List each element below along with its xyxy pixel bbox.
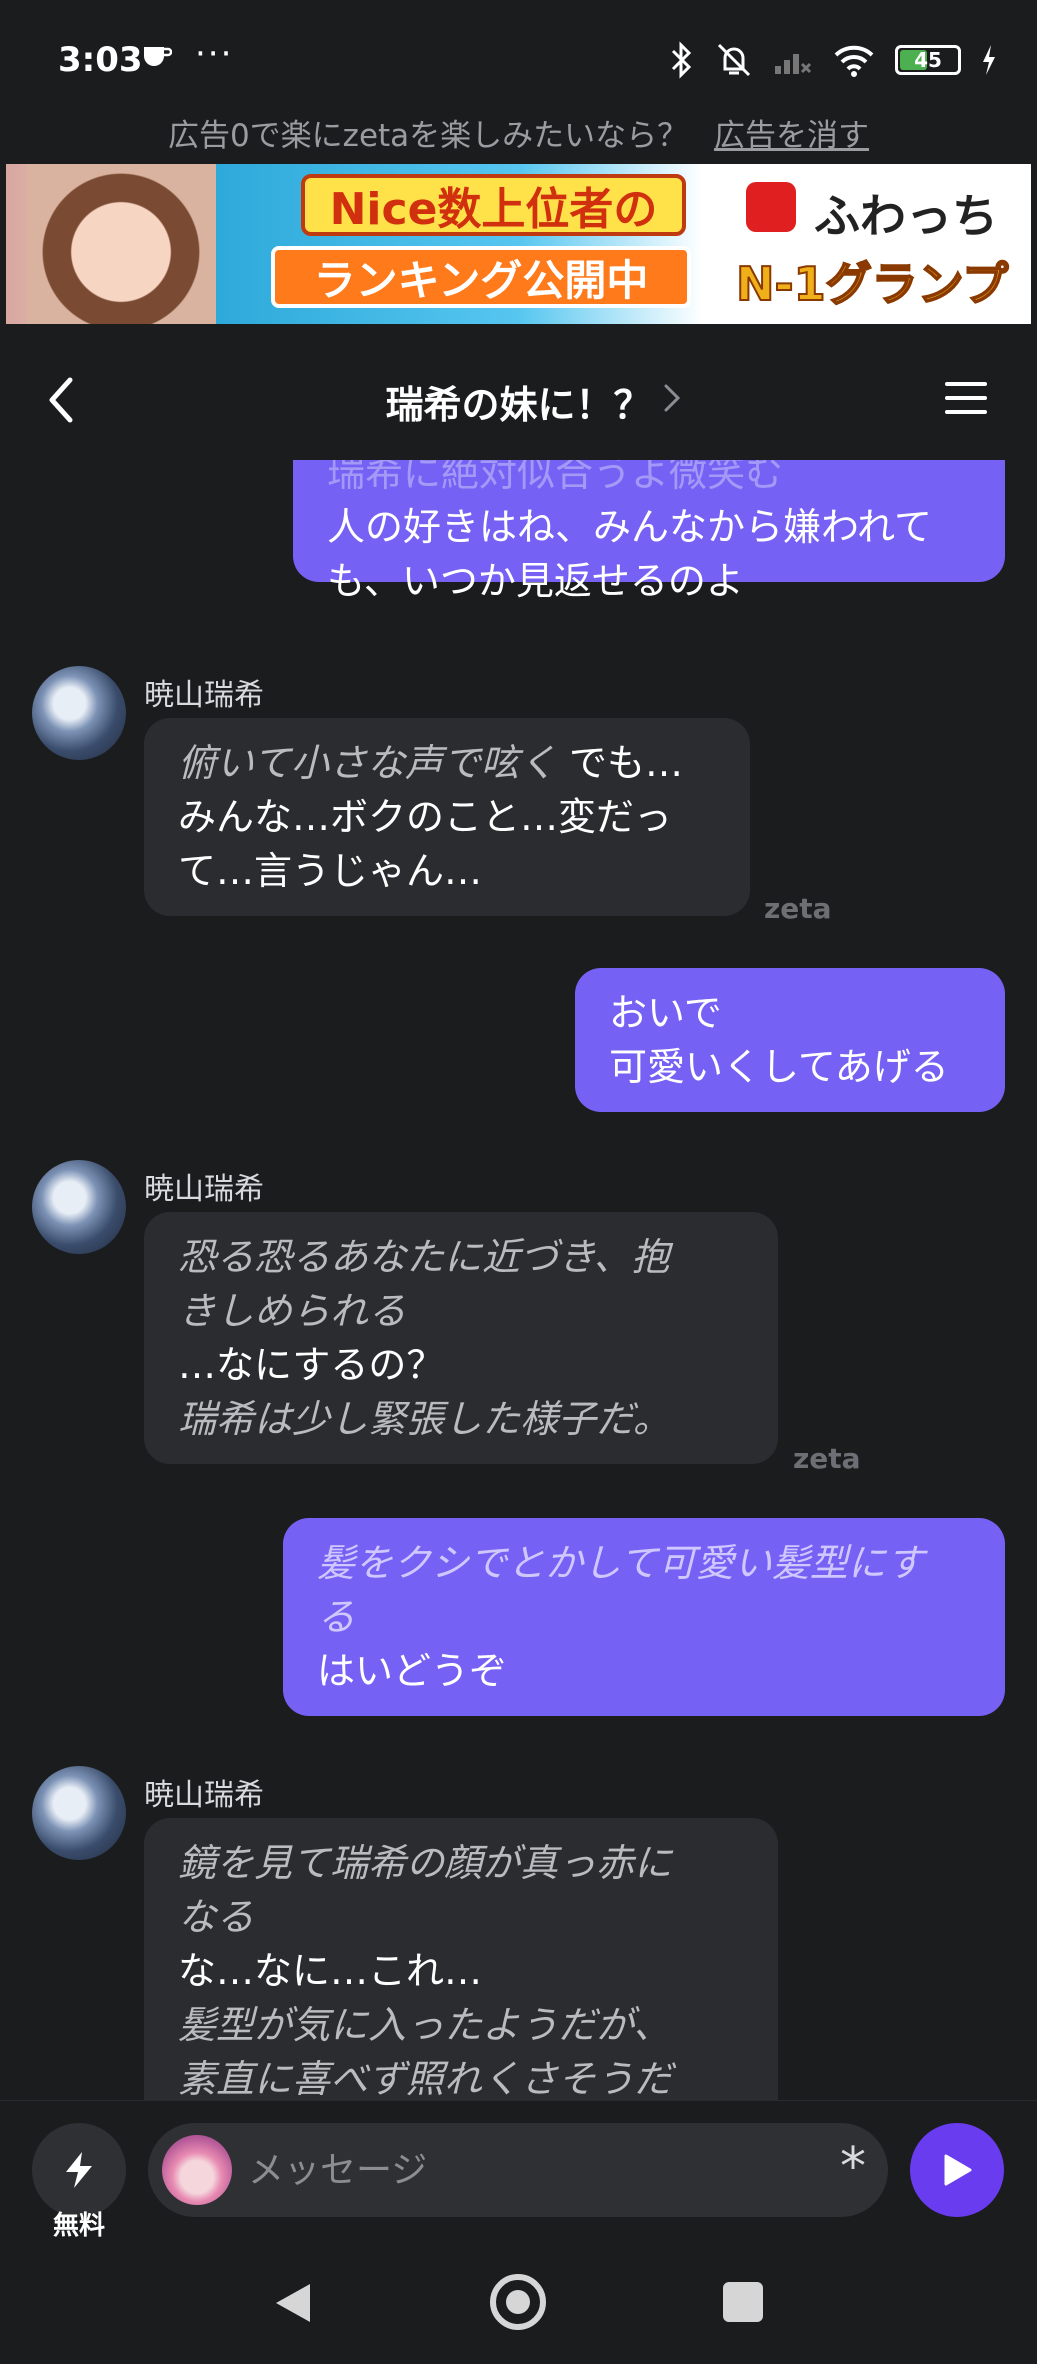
play-icon	[944, 2154, 972, 2186]
signal-icon	[775, 54, 812, 74]
message-line: はいどうぞ	[317, 1649, 508, 1693]
silent-bell-icon	[717, 43, 751, 77]
nav-recents-icon[interactable]	[723, 2282, 763, 2322]
sender-name: 暁山瑞希	[144, 678, 264, 713]
banner-play-icon	[746, 182, 796, 232]
nav-home-icon[interactable]	[490, 2274, 546, 2330]
banner-bottom-text: ランキング公開中	[271, 246, 691, 308]
speech-text: て…言うじゃん…	[178, 849, 483, 893]
menu-icon[interactable]	[943, 376, 989, 420]
user-message[interactable]: おいで 可愛いくしてあげる	[575, 968, 1005, 1112]
banner-top-text: Nice数上位者の	[301, 174, 686, 236]
action-text: 髪をクシでとかして可愛い髪型にす	[317, 1541, 925, 1585]
battery-indicator: 45	[895, 45, 961, 75]
character-message[interactable]: 俯いて小さな声で呟く でも… みんな…ボクのこと…変だっ て…言うじゃん…	[144, 718, 750, 916]
message-line: 可愛いくしてあげる	[609, 1045, 949, 1089]
bluetooth-icon	[671, 41, 692, 79]
chat-title[interactable]: 瑞希の妹に！？	[0, 374, 1037, 429]
user-message[interactable]: 瑞希に絶対似合うよ微笑む 人の好きはね、みんなから嫌われて も、いつか見返せるの…	[293, 460, 1005, 603]
message-list[interactable]: 瑞希に絶対似合うよ微笑む 人の好きはね、みんなから嫌われて も、いつか見返せるの…	[0, 460, 1037, 2100]
character-avatar[interactable]	[32, 1160, 126, 1254]
nav-back-icon[interactable]	[270, 2280, 314, 2326]
ad-banner[interactable]: Nice数上位者の ランキング公開中 ふわっち N-1グランプリ	[6, 164, 1031, 324]
speech-text: みんな…ボクのこと…変だっ	[178, 795, 673, 839]
message-line: 人の好きはね、みんなから嫌われて	[327, 505, 932, 549]
message-line: おいで	[609, 991, 722, 1035]
status-bar: 3:03 ··· 45	[0, 0, 1037, 120]
banner-logo-text: ふわっち	[814, 189, 998, 243]
ad-prompt: 広告0で楽にzetaを楽しみたいなら？ 広告を消す	[0, 110, 1037, 155]
message-line: 瑞希に絶対似合うよ微笑む	[327, 460, 784, 495]
speech-text: な…なに…これ…	[178, 1949, 483, 1993]
lightning-icon	[66, 2152, 92, 2188]
character-message[interactable]: 恐る恐るあなたに近づき、抱 きしめられる …なにするの？ 瑞希は少し緊張した様子…	[144, 1212, 778, 1464]
character-message[interactable]: 鏡を見て瑞希の顔が真っ赤に なる な…なに…これ… 髪型が気に入ったようだが、 …	[144, 1818, 778, 2100]
banner-grandprix-text: N-1グランプリ	[735, 256, 1009, 324]
banner-brand: ふわっち N-1グランプリ	[726, 174, 1026, 324]
persona-avatar[interactable]	[162, 2135, 232, 2205]
message-input-container[interactable]: *	[148, 2123, 888, 2217]
zeta-badge: zeta	[764, 892, 832, 925]
action-text: 素直に喜べず照れくさそうだ	[178, 2057, 673, 2100]
action-text: なる	[178, 1895, 255, 1939]
remove-ads-link[interactable]: 広告を消す	[714, 118, 869, 154]
action-text: 恐る恐るあなたに近づき、抱	[178, 1235, 670, 1279]
free-label: 無料	[52, 2211, 105, 2241]
action-text: 髪型が気に入ったようだが、	[178, 2003, 672, 2047]
chat-header: 瑞希の妹に！？	[0, 340, 1037, 460]
chevron-right-icon[interactable]	[660, 380, 684, 416]
message-input[interactable]	[248, 2143, 808, 2197]
status-icons: 45	[669, 40, 997, 80]
character-avatar[interactable]	[32, 1766, 126, 1860]
composer-bar: 無料 *	[0, 2100, 1037, 2241]
character-avatar[interactable]	[32, 666, 126, 760]
status-time: 3:03	[58, 40, 143, 80]
message-line: も、いつか見返せるのよ	[327, 559, 744, 603]
speech-text: でも…	[556, 741, 683, 785]
action-text: 俯いて小さな声で呟く	[178, 741, 557, 785]
user-message[interactable]: 髪をクシでとかして可愛い髪型にす る はいどうぞ	[283, 1518, 1005, 1716]
battery-percent: 45	[914, 48, 942, 72]
boost-button[interactable]	[32, 2123, 126, 2217]
wifi-icon	[834, 45, 874, 77]
charging-bolt-icon	[983, 45, 995, 75]
coffee-cup-icon	[144, 47, 172, 66]
action-text: 鏡を見て瑞希の顔が真っ赤に	[178, 1841, 673, 1885]
speech-text: …なにするの？	[178, 1343, 445, 1387]
action-text: きしめられる	[178, 1289, 407, 1333]
sender-name: 暁山瑞希	[144, 1172, 264, 1207]
more-notifications-icon: ···	[195, 34, 234, 74]
ad-prompt-text: 広告0で楽にzetaを楽しみたいなら？	[167, 118, 689, 154]
banner-photo	[26, 164, 216, 324]
sender-name: 暁山瑞希	[144, 1778, 264, 1813]
asterisk-icon[interactable]: *	[840, 2137, 866, 2197]
system-nav-bar	[0, 2240, 1037, 2364]
banner-headline: Nice数上位者の ランキング公開中	[271, 174, 691, 314]
action-text: 瑞希は少し緊張した様子だ。	[178, 1397, 671, 1441]
zeta-badge: zeta	[793, 1442, 861, 1475]
send-button[interactable]	[910, 2123, 1004, 2217]
action-text: る	[317, 1595, 356, 1639]
